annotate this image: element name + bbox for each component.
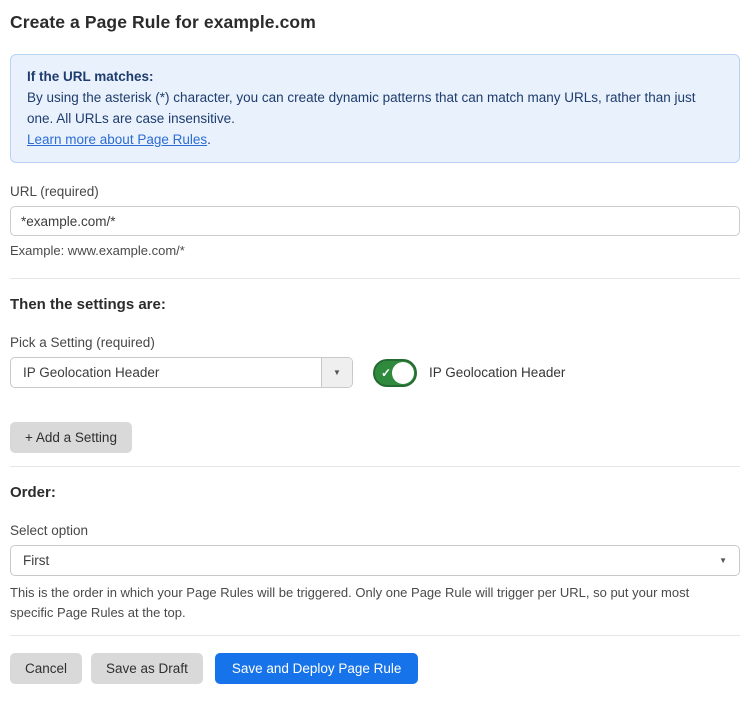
chevron-down-icon: ▼ xyxy=(719,557,727,565)
url-input[interactable] xyxy=(10,206,740,236)
order-section-heading: Order: xyxy=(10,484,740,501)
save-deploy-button[interactable]: Save and Deploy Page Rule xyxy=(215,653,419,684)
page-title: Create a Page Rule for example.com xyxy=(10,12,740,33)
chevron-down-icon: ▼ xyxy=(333,369,341,377)
url-label: URL (required) xyxy=(10,184,740,199)
link-period: . xyxy=(207,132,211,147)
order-helper-text: This is the order in which your Page Rul… xyxy=(10,583,736,623)
learn-more-link[interactable]: Learn more about Page Rules xyxy=(27,132,207,147)
url-match-info-box: If the URL matches: By using the asteris… xyxy=(10,54,740,163)
toggle-knob xyxy=(392,362,414,384)
cancel-button[interactable]: Cancel xyxy=(10,653,82,684)
section-divider xyxy=(10,635,740,636)
info-box-link-row: Learn more about Page Rules. xyxy=(27,129,723,150)
create-page-rule-form: Create a Page Rule for example.com If th… xyxy=(0,0,750,704)
setting-select-caret-button[interactable]: ▼ xyxy=(321,358,352,387)
form-actions: Cancel Save as Draft Save and Deploy Pag… xyxy=(10,653,740,684)
section-divider xyxy=(10,278,740,279)
order-select-label: Select option xyxy=(10,523,740,538)
toggle-label: IP Geolocation Header xyxy=(429,365,565,380)
save-draft-button[interactable]: Save as Draft xyxy=(91,653,203,684)
setting-select-value: IP Geolocation Header xyxy=(11,365,321,380)
order-select-value: First xyxy=(11,553,719,568)
pick-setting-label: Pick a Setting (required) xyxy=(10,335,740,350)
setting-row: IP Geolocation Header ▼ ✓ IP Geolocation… xyxy=(10,357,740,388)
section-divider xyxy=(10,466,740,467)
url-helper-text: Example: www.example.com/* xyxy=(10,243,740,258)
setting-select[interactable]: IP Geolocation Header ▼ xyxy=(10,357,353,388)
settings-section-heading: Then the settings are: xyxy=(10,296,740,313)
check-icon: ✓ xyxy=(381,366,391,380)
order-select[interactable]: First ▼ xyxy=(10,545,740,576)
add-setting-button[interactable]: + Add a Setting xyxy=(10,422,132,453)
info-box-body: By using the asterisk (*) character, you… xyxy=(27,87,717,129)
ip-geolocation-toggle[interactable]: ✓ xyxy=(373,359,417,387)
info-box-heading: If the URL matches: xyxy=(27,66,723,87)
